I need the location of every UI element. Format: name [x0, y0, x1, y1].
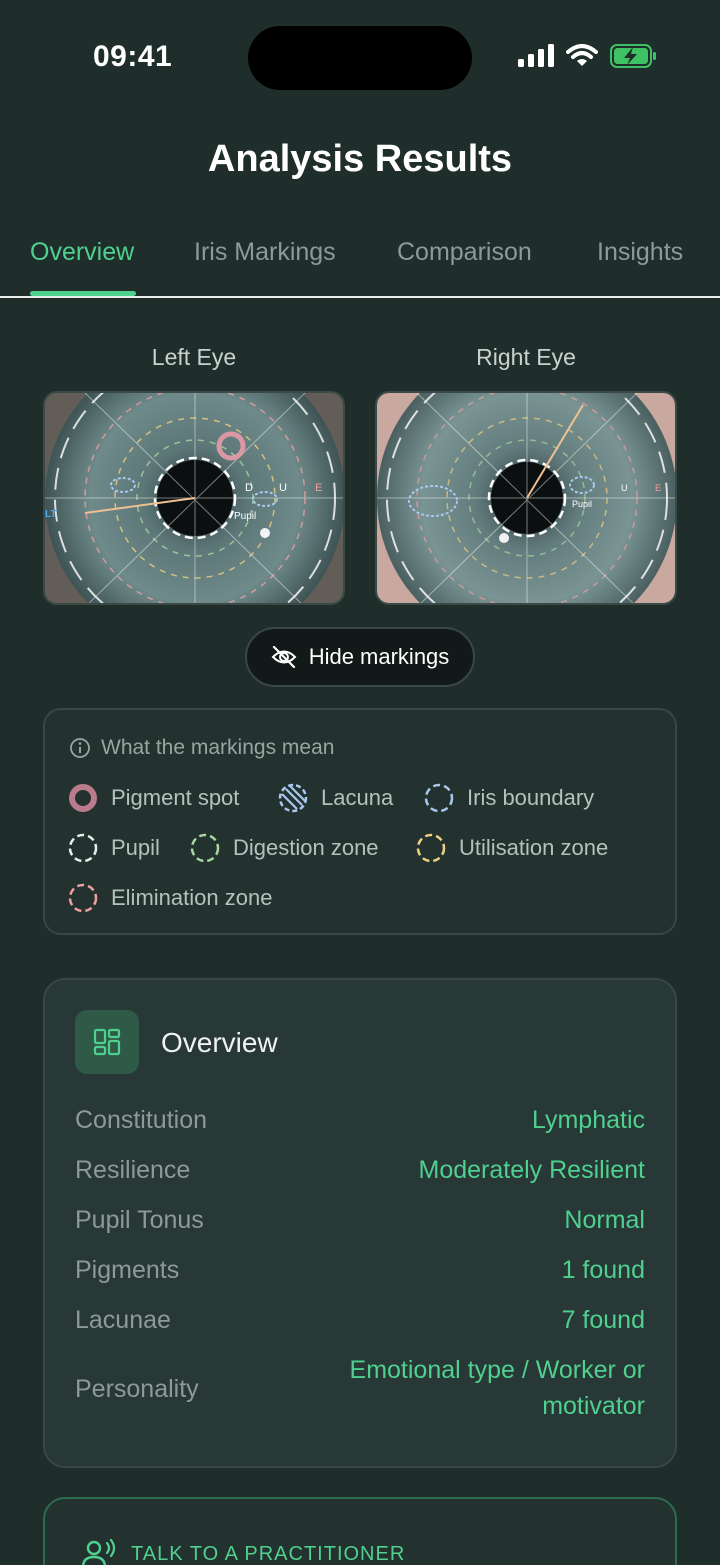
row-label-pupil-tonus: Pupil Tonus	[75, 1206, 204, 1234]
status-time: 09:41	[93, 40, 173, 73]
tab-bar: Overview Iris Markings Comparison Insigh…	[0, 232, 720, 298]
legend-label: Utilisation zone	[459, 835, 609, 860]
battery-charging-icon	[610, 44, 656, 68]
legend-item-pupil: Pupil	[67, 832, 160, 864]
overview-icon-box	[75, 1010, 139, 1074]
wifi-icon	[566, 44, 598, 66]
overview-card: Overview Constitution Lymphatic Resilien…	[43, 978, 677, 1468]
lacuna-icon	[278, 783, 308, 813]
row-label-pigments: Pigments	[75, 1256, 180, 1284]
tab-iris-markings[interactable]: Iris Markings	[194, 238, 336, 267]
row-value-lacunae: 7 found	[561, 1306, 645, 1334]
legend-item-utilisation-zone: Utilisation zone	[415, 832, 608, 864]
pigment-spot-icon	[69, 784, 97, 812]
row-label-lacunae: Lacunae	[75, 1306, 171, 1334]
legend-heading-text: What the markings mean	[101, 736, 335, 759]
legend-label: Pigment spot	[111, 785, 240, 810]
hide-markings-button[interactable]: Hide markings	[245, 627, 475, 687]
elimination-zone-icon	[68, 883, 98, 913]
legend-item-elimination-zone: Elimination zone	[67, 882, 272, 914]
legend-item-iris-boundary: Iris boundary	[423, 782, 594, 814]
digestion-zone-icon	[190, 833, 220, 863]
tab-overview[interactable]: Overview	[30, 238, 134, 267]
legend-item-digestion-zone: Digestion zone	[189, 832, 379, 864]
info-icon	[70, 738, 90, 758]
right-eye-label: Right Eye	[476, 344, 576, 370]
page-title: Analysis Results	[207, 138, 513, 180]
iris-boundary-icon	[424, 783, 454, 813]
legend-item-pigment-spot: Pigment spot	[67, 782, 239, 814]
legend-label: Lacuna	[321, 785, 394, 810]
right-eye-image[interactable]: Pupil U E	[375, 391, 677, 605]
right-pupil-marker: Pupil	[572, 499, 592, 509]
dashboard-icon	[93, 1028, 121, 1056]
right-e-marker: E	[655, 483, 661, 493]
left-lt-marker: LT	[45, 509, 56, 520]
row-value-personality-line1: Emotional type / Worker or	[349, 1356, 645, 1384]
left-eye-label: Left Eye	[151, 344, 237, 370]
left-eye-image[interactable]: Pupil LT D U E	[43, 391, 345, 605]
legend-label: Iris boundary	[467, 785, 595, 810]
talk-to-practitioner-card[interactable]: TALK TO A PRACTITIONER	[43, 1497, 677, 1565]
row-label-constitution: Constitution	[75, 1106, 208, 1134]
row-value-resilience: Moderately Resilient	[418, 1156, 646, 1184]
row-label-resilience: Resilience	[75, 1156, 191, 1184]
row-label-personality: Personality	[75, 1375, 199, 1403]
markings-legend: What the markings mean Pigment spot Lacu…	[43, 708, 677, 935]
left-pupil-marker: Pupil	[234, 511, 256, 522]
legend-label: Digestion zone	[233, 835, 379, 860]
left-d-marker: D	[245, 482, 253, 494]
status-icons	[518, 44, 658, 68]
active-tab-indicator	[30, 291, 136, 296]
row-value-constitution: Lymphatic	[531, 1106, 645, 1134]
right-eye-drawing: Pupil U E	[377, 393, 675, 603]
row-value-pigments: 1 found	[561, 1256, 645, 1284]
row-value-pupil-tonus: Normal	[564, 1206, 645, 1234]
practitioner-label: TALK TO A PRACTITIONER	[131, 1542, 406, 1565]
right-u-marker: U	[621, 483, 628, 493]
legend-heading: What the markings mean	[69, 736, 334, 760]
dynamic-island	[248, 26, 472, 90]
signal-icon	[518, 44, 554, 67]
row-value-personality-line2: motivator	[542, 1392, 645, 1420]
left-u-marker: U	[279, 482, 287, 494]
practitioner-icon	[81, 1539, 116, 1565]
tab-comparison[interactable]: Comparison	[397, 238, 532, 267]
overview-title: Overview	[161, 1027, 278, 1058]
legend-item-lacuna: Lacuna	[277, 782, 393, 814]
left-eye-drawing: Pupil LT D U E	[45, 393, 343, 603]
pupil-icon	[68, 833, 98, 863]
practitioner-header: TALK TO A PRACTITIONER	[81, 1539, 405, 1565]
legend-label: Elimination zone	[111, 885, 273, 910]
utilisation-zone-icon	[416, 833, 446, 863]
legend-label: Pupil	[111, 835, 160, 860]
hide-markings-label: Hide markings	[308, 644, 450, 669]
left-e-marker: E	[315, 482, 322, 494]
tab-insights[interactable]: Insights	[597, 238, 683, 267]
eye-off-icon	[271, 646, 297, 668]
status-bar: 09:41	[0, 0, 720, 110]
